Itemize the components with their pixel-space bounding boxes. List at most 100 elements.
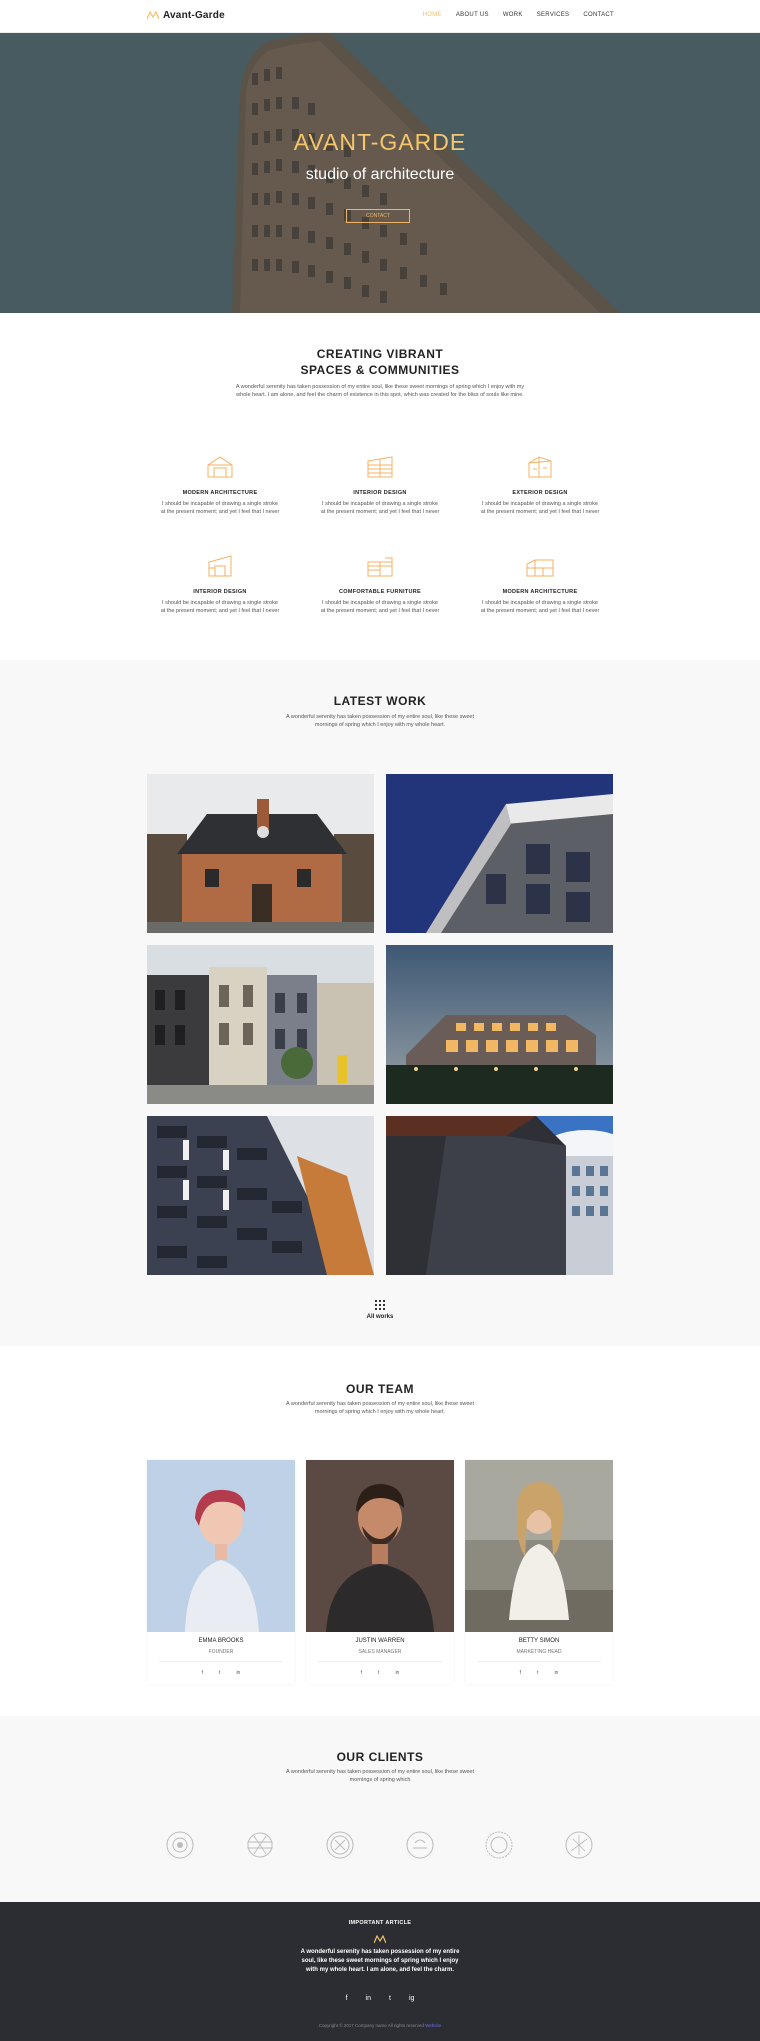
logo[interactable]: Avant-Garde [147,10,225,21]
team-title: OUR TEAM [346,1382,414,1396]
twitter-icon[interactable]: t [378,1670,379,1676]
client-logo-icon[interactable] [325,1830,355,1860]
furniture-icon [367,557,393,577]
footer-title: IMPORTANT ARTICLE [348,1920,412,1926]
avatar [306,1460,454,1632]
linkedin-icon[interactable]: in [395,1670,399,1676]
twitter-icon[interactable]: t [219,1670,220,1676]
all-works-label: All works [366,1314,394,1320]
service-item: MODERN ARCHITECTURE I should be incapabl… [480,554,600,615]
member-socials: f t in [147,1670,295,1676]
hero-banner: AVANT-GARDE studio of architecture Conta… [0,33,760,313]
member-role: SALES MANAGER [358,1649,402,1655]
service-title: MODERN ARCHITECTURE [182,490,258,496]
work-image-night-building[interactable] [386,945,613,1104]
service-text: I should be incapable of drawing a singl… [160,600,280,614]
client-logo-icon[interactable] [484,1830,514,1860]
nav-home[interactable]: HOME [423,12,442,18]
copyright-link[interactable]: Website [425,2023,441,2028]
team-intro-text: A wonderful serenity has taken possessio… [285,1401,474,1415]
interior-icon [208,555,232,577]
member-name: EMMA BROOKS [198,1638,244,1644]
footer-socials: f in t ig [0,1995,760,2002]
clients-intro-text: A wonderful serenity has taken possessio… [285,1769,474,1783]
copyright-text: Copyright © 2017 Company name All rights… [318,2023,424,2028]
divider [318,1661,442,1662]
service-item: MODERN ARCHITECTURE I should be incapabl… [160,455,280,516]
team-section: OUR TEAM A wonderful serenity has taken … [0,1346,760,1716]
client-logo-icon[interactable] [245,1830,275,1860]
grid-icon [375,1300,385,1310]
top-nav: Avant-Garde HOME ABOUT US WORK SERVICES … [0,0,760,33]
service-item: INTERIOR DESIGN I should be incapable of… [160,554,280,615]
nav-about[interactable]: ABOUT US [456,12,489,18]
service-title: EXTERIOR DESIGN [512,490,568,496]
divider [477,1661,601,1662]
linkedin-icon[interactable]: in [366,1995,371,2002]
work-image-brick-house[interactable] [147,774,374,933]
member-role: MARKETING HEAD [516,1649,562,1655]
member-name: BETTY SIMON [518,1638,560,1644]
service-title: INTERIOR DESIGN [193,589,247,595]
hero-subtitle: studio of architecture [305,166,455,183]
nav-work[interactable]: WORK [503,12,523,18]
service-item: EXTERIOR DESIGN I should be incapable of… [480,455,600,516]
work-image-row-houses[interactable] [147,945,374,1104]
footer: IMPORTANT ARTICLE A wonderful serenity h… [0,1902,760,2041]
client-logo-icon[interactable] [564,1830,594,1860]
footer-text-content: A wonderful serenity has taken possessio… [300,1949,460,1973]
clients-section: OUR CLIENTS A wonderful serenity has tak… [0,1716,760,1902]
work-image-modern-facade[interactable] [386,774,613,933]
all-works-link[interactable]: All works [0,1300,760,1320]
cube-building-icon [528,456,552,478]
twitter-icon[interactable]: t [537,1670,538,1676]
services-title-line2: SPACES & COMMUNITIES [300,363,460,377]
latest-work-section: LATEST WORK A wonderful serenity has tak… [0,660,760,1346]
service-item: INTERIOR DESIGN I should be incapable of… [320,455,440,516]
nav-services[interactable]: SERVICES [537,12,570,18]
facebook-icon[interactable]: f [520,1670,521,1676]
copyright: Copyright © 2017 Company name All rights… [0,2023,760,2028]
client-logo-icon[interactable] [165,1830,195,1860]
service-title: INTERIOR DESIGN [353,490,407,496]
work-intro: A wonderful serenity has taken possessio… [0,713,760,729]
facebook-icon[interactable]: f [361,1670,362,1676]
team-member-card: BETTY SIMON MARKETING HEAD f t in [465,1460,613,1684]
service-text: I should be incapable of drawing a singl… [480,501,600,515]
service-text: I should be incapable of drawing a singl… [160,501,280,515]
service-text: I should be incapable of drawing a singl… [320,501,440,515]
member-role: FOUNDER [208,1649,234,1655]
nav-contact[interactable]: CONTACT [583,12,614,18]
team-member-card: EMMA BROOKS FOUNDER f t in [147,1460,295,1684]
hero-contact-button[interactable]: Contact [346,209,410,223]
team-member-card: JUSTIN WARREN SALES MANAGER f t in [306,1460,454,1684]
avatar [465,1460,613,1632]
main-menu: HOME ABOUT US WORK SERVICES CONTACT [423,12,614,18]
twitter-icon[interactable]: t [389,1995,391,2002]
instagram-icon[interactable]: ig [409,1995,414,2002]
service-title: COMFORTABLE FURNITURE [339,589,421,595]
logo-mark-icon [147,11,159,20]
logo-text: Avant-Garde [163,10,225,21]
hero-title: AVANT-GARDE [293,129,467,155]
services-intro-text: A wonderful serenity has taken possessio… [235,384,525,398]
team-intro: A wonderful serenity has taken possessio… [0,1400,760,1416]
work-intro-text: A wonderful serenity has taken possessio… [285,714,474,728]
services-section: CREATING VIBRANT SPACES & COMMUNITIES A … [0,313,760,660]
footer-text: A wonderful serenity has taken possessio… [0,1948,760,1975]
work-title: LATEST WORK [333,694,427,708]
work-image-dark-facade[interactable] [386,1116,613,1275]
services-title-line1: CREATING VIBRANT [316,347,444,361]
clients-intro: A wonderful serenity has taken possessio… [0,1768,760,1784]
member-socials: f t in [465,1670,613,1676]
linkedin-icon[interactable]: in [554,1670,558,1676]
service-title: MODERN ARCHITECTURE [502,589,578,595]
building-icon [367,456,393,478]
client-logo-icon[interactable] [405,1830,435,1860]
linkedin-icon[interactable]: in [236,1670,240,1676]
facebook-icon[interactable]: f [346,1995,348,2002]
facebook-icon[interactable]: f [202,1670,203,1676]
clients-title: OUR CLIENTS [336,1750,424,1764]
work-image-balconies[interactable] [147,1116,374,1275]
services-intro: A wonderful serenity has taken possessio… [0,383,760,399]
